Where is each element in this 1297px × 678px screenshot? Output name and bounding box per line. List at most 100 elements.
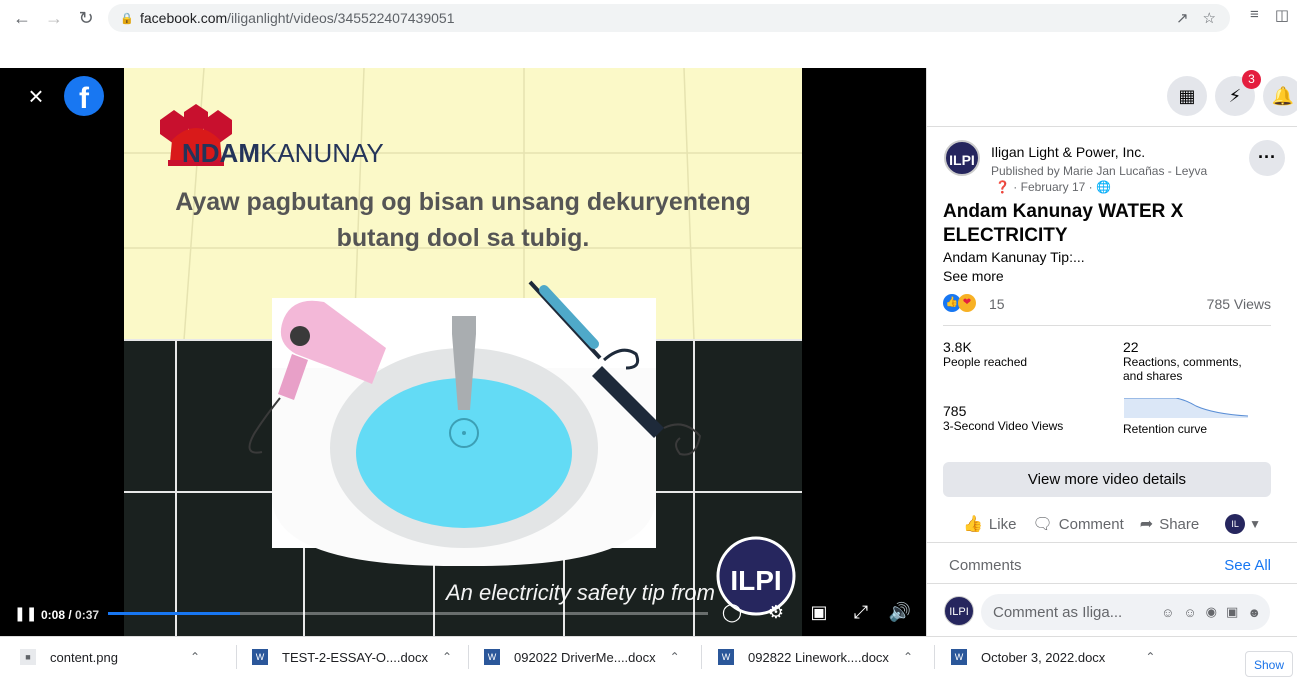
divider [934,645,935,669]
comment-icon: 🗨 [1032,516,1053,533]
address-bar[interactable]: 🔒 facebook.com/iliganlight/videos/345522… [108,4,1230,32]
see-all-link[interactable]: See All [1224,557,1271,574]
forward-icon[interactable]: → [38,2,70,34]
like-label: Like [988,515,1017,533]
download-item[interactable]: W TEST-2-ESSAY-O....docx ⌃ [252,645,452,669]
chevron-up-icon[interactable]: ⌃ [1145,650,1155,664]
action-bar: 👍 Like 🗨 Comment ➦ Share IL ▼ [943,506,1273,542]
video-player[interactable]: × f ILPI NDAMKANUNAY Ayaw pagbutang og b… [0,68,926,636]
like-button[interactable]: 👍 Like [963,514,1016,534]
show-all-downloads-button[interactable]: Show [1244,651,1293,677]
stat-value: 3.8K [943,339,972,355]
share-arrow-icon: ➦ [1139,516,1154,533]
video-headline-2: butang dool sa tubig. [336,224,590,252]
avatar-sticker-icon[interactable]: ☺ [1161,605,1174,620]
video-headline-1: Ayaw pagbutang og bisan unsang dekuryent… [175,188,751,216]
see-more-link[interactable]: See more [943,268,1004,284]
word-file-icon: W [951,649,967,665]
stat-retention: Retention curve [1123,422,1207,436]
download-name: TEST-2-ESSAY-O....docx [282,649,428,665]
captions-off-icon[interactable]: ◯ [720,600,744,624]
browser-toolbar: ← → ↻ 🔒 facebook.com/iliganlight/videos/… [0,0,1297,36]
page-avatar[interactable]: ILPI [944,140,980,176]
lock-icon: 🔒 [120,13,134,25]
share-button[interactable]: ➦ Share [1140,514,1199,534]
emoji-icon[interactable]: ☺ [1183,605,1196,620]
download-item[interactable]: W October 3, 2022.docx ⌃ [951,645,1155,669]
time-total: 0:37 [75,608,100,622]
view-more-details-button[interactable]: View more video details [943,462,1271,497]
download-name: 092022 DriverMe....docx [514,649,656,665]
stat-label: Retention curve [1123,422,1208,436]
progress-fill [108,612,240,615]
stat-people-reached: 3.8K People reached [943,339,1027,369]
messenger-icon[interactable]: ⚡ 3 [1215,70,1261,116]
globe-icon: 🌐 [1096,180,1111,194]
notifications-bell-icon[interactable]: 🔔 [1263,76,1297,116]
url-host: facebook.com [140,10,228,26]
commenter-avatar: ILPI [944,596,974,626]
settings-gear-icon[interactable]: ⚙ [764,600,788,624]
divider [943,325,1271,326]
comment-input[interactable]: Comment as Iliga... ☺ ☺ ◉ ▣ ☻ [981,594,1270,630]
pause-icon[interactable]: ❚❚ [14,605,37,622]
messenger-badge: 3 [1242,70,1261,89]
picture-in-picture-icon[interactable]: ▣ [807,600,831,624]
word-file-icon: W [718,649,734,665]
post-date[interactable]: February 17 [1021,180,1086,194]
facebook-logo[interactable]: f [64,76,104,116]
menu-grid-icon[interactable]: ▦ [1167,76,1207,116]
svg-text:ILPI: ILPI [730,565,781,596]
brand-suffix: KANUNAY [260,138,384,168]
time-display: 0:08 / 0:37 [41,608,100,622]
chevron-up-icon[interactable]: ⌃ [670,650,680,664]
camera-icon[interactable]: ◉ [1206,604,1217,620]
gif-icon[interactable]: ▣ [1226,604,1238,620]
download-item[interactable]: W 092822 Linework....docx ⌃ [718,645,913,669]
side-panel-icon[interactable]: ◫ [1275,6,1289,24]
progress-bar[interactable] [108,612,708,615]
reactions-row[interactable]: 👍 ❤ 15 785 Views [943,294,1271,314]
page-name[interactable]: Iligan Light & Power, Inc. [991,144,1145,160]
post-date-line: ❓ · February 17 · 🌐 [995,180,1111,194]
bookmark-star-icon[interactable]: ☆ [1203,9,1216,27]
brand-title: NDAMKANUNAY [182,138,384,169]
reading-list-icon[interactable]: ≡ [1250,6,1259,24]
reaction-count[interactable]: 15 [989,296,1005,312]
comment-button[interactable]: 🗨 Comment [1032,514,1123,534]
page-mini-avatar: IL [1225,514,1246,534]
divider [468,645,469,669]
chevron-up-icon[interactable]: ⌃ [190,650,200,664]
help-icon: ❓ [995,180,1010,194]
react-as-selector[interactable]: IL ▼ [1225,514,1261,534]
brand-prefix: NDAM [182,138,260,168]
reload-icon[interactable]: ↻ [70,2,102,34]
volume-icon[interactable]: 🔊 [888,600,912,624]
post-details-panel: ▦ ⚡ 3 🔔 ILPI Iligan Light & Power, Inc. … [926,68,1297,636]
share-page-icon[interactable]: ↗ [1176,9,1189,27]
video-title: Andam Kanunay WATER X ELECTRICITY [943,201,1184,246]
thumbs-up-icon: 👍 [963,516,983,533]
chevron-up-icon[interactable]: ⌃ [442,650,452,664]
sticker-icon[interactable]: ☻ [1247,605,1261,620]
download-name: October 3, 2022.docx [981,649,1106,665]
video-caption: An electricity safety tip from [446,580,715,605]
word-file-icon: W [484,649,500,665]
divider [927,542,1297,543]
stat-label: Reactions, comments, and shares [1123,355,1242,383]
divider [927,583,1297,584]
fullscreen-icon[interactable]: ⤢ [849,600,873,624]
back-icon[interactable]: ← [6,2,38,34]
close-icon[interactable]: × [24,83,48,109]
video-description: Andam Kanunay Tip:... [943,249,1085,265]
stat-engagement: 22 Reactions, comments, and shares [1123,339,1263,383]
divider [927,126,1297,127]
download-item[interactable]: W 092022 DriverMe....docx ⌃ [484,645,680,669]
stat-value: 785 [943,403,967,419]
time-current: 0:08 [41,608,66,622]
more-options-button[interactable]: ··· [1249,140,1285,176]
chevron-up-icon[interactable]: ⌃ [903,650,913,664]
download-item[interactable]: ■ content.png ⌃ [20,645,200,669]
divider [701,645,702,669]
stat-3s-views: 785 3-Second Video Views [943,403,1063,433]
